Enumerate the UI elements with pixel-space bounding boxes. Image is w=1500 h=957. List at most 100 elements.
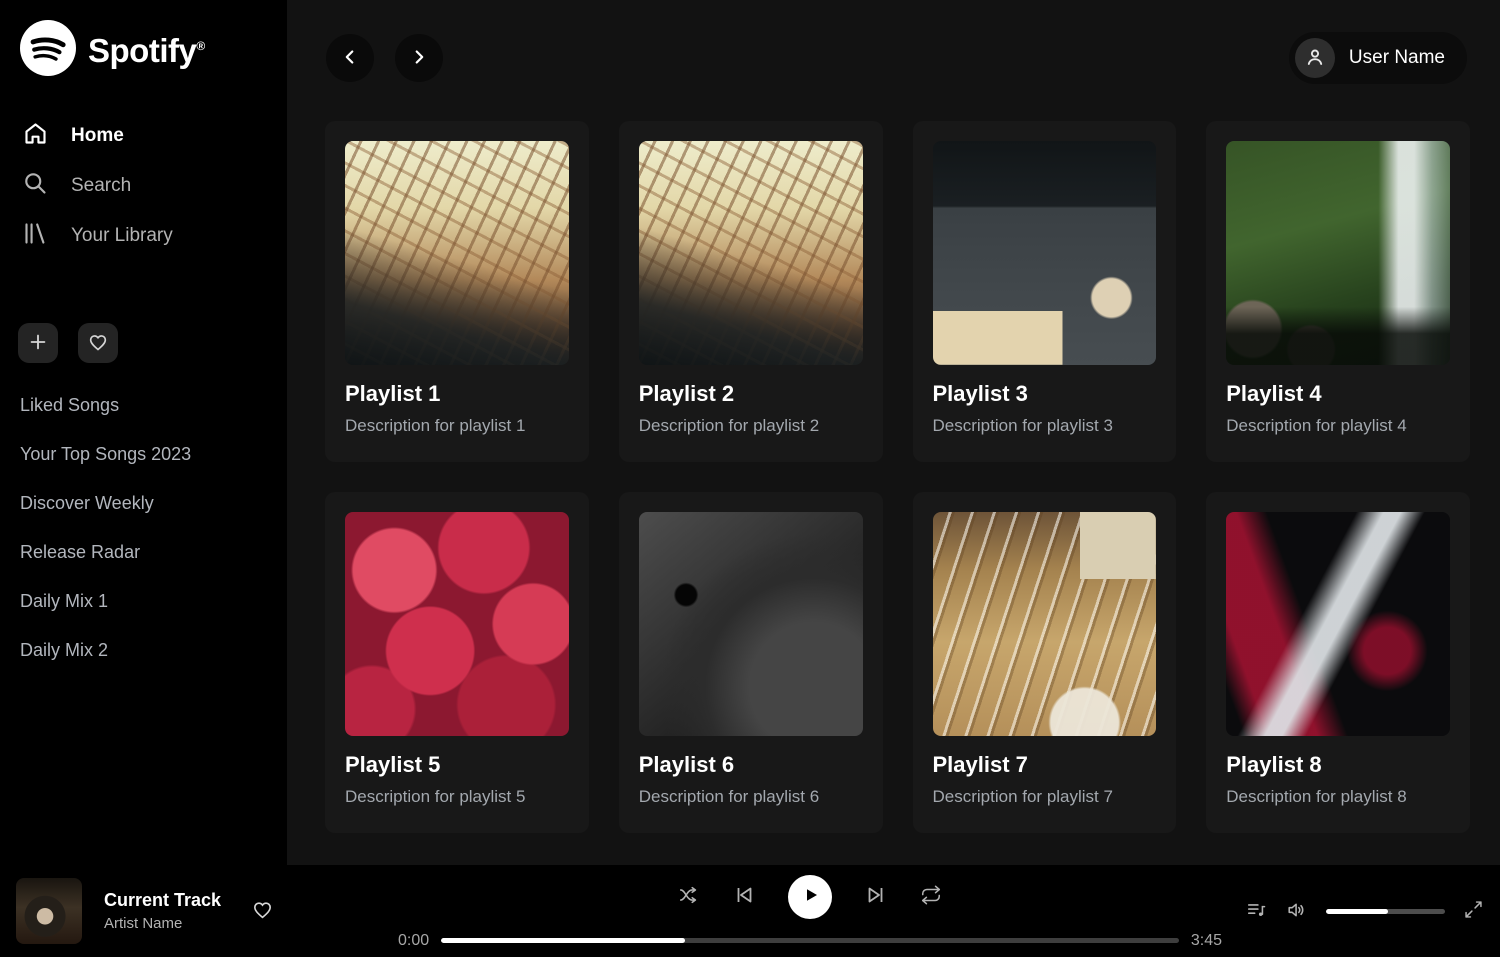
playlist-cover-image <box>933 141 1157 365</box>
skip-next-icon <box>864 883 888 910</box>
queue-icon <box>1246 899 1268 924</box>
plus-icon <box>27 331 49 356</box>
skip-previous-icon <box>732 883 756 910</box>
playlist-grid: Playlist 1 Description for playlist 1 Pl… <box>325 121 1470 833</box>
playlist-cover-image <box>1226 512 1450 736</box>
next-track-button[interactable] <box>864 883 888 910</box>
progress-bar[interactable] <box>441 938 1179 943</box>
playlist-cover-image <box>1226 141 1450 365</box>
sidebar-playlist-daily-mix-1[interactable]: Daily Mix 1 <box>20 591 287 612</box>
spotify-app: Spotify® Home <box>0 0 1500 957</box>
shuffle-icon <box>678 884 700 909</box>
playlist-description: Description for playlist 5 <box>345 787 569 807</box>
previous-track-button[interactable] <box>732 883 756 910</box>
playlist-card[interactable]: Playlist 8 Description for playlist 8 <box>1206 492 1470 833</box>
queue-button[interactable] <box>1246 899 1268 924</box>
playlist-title: Playlist 6 <box>639 752 863 778</box>
sidebar-playlists: Liked Songs Your Top Songs 2023 Discover… <box>0 395 287 661</box>
library-icon <box>22 220 49 253</box>
volume-icon <box>1286 899 1308 924</box>
playlist-card[interactable]: Playlist 5 Description for playlist 5 <box>325 492 589 833</box>
sidebar-playlist-release-radar[interactable]: Release Radar <box>20 542 287 563</box>
sidebar-playlist-daily-mix-2[interactable]: Daily Mix 2 <box>20 640 287 661</box>
playlist-card[interactable]: Playlist 3 Description for playlist 3 <box>913 121 1177 462</box>
volume-button[interactable] <box>1286 899 1308 924</box>
playlist-title: Playlist 4 <box>1226 381 1450 407</box>
forward-button[interactable] <box>395 34 443 82</box>
playlist-title: Playlist 1 <box>345 381 569 407</box>
sidebar-item-your-library[interactable]: Your Library <box>0 211 287 261</box>
heart-icon <box>87 331 109 356</box>
volume-fill <box>1326 909 1388 914</box>
playlist-card[interactable]: Playlist 6 Description for playlist 6 <box>619 492 883 833</box>
topbar: User Name <box>287 0 1500 116</box>
playlist-title: Playlist 2 <box>639 381 863 407</box>
search-icon <box>22 170 49 203</box>
sidebar-item-search[interactable]: Search <box>0 161 287 211</box>
current-time: 0:00 <box>398 932 429 950</box>
spotify-logo: Spotify® <box>20 20 287 81</box>
chevron-left-icon <box>339 46 361 71</box>
spotify-logo-icon <box>20 20 76 81</box>
playlist-description: Description for playlist 7 <box>933 787 1157 807</box>
sidebar-item-label: Search <box>71 175 131 197</box>
playlist-description: Description for playlist 3 <box>933 416 1157 436</box>
fullscreen-icon <box>1463 899 1484 923</box>
playlist-card[interactable]: Playlist 1 Description for playlist 1 <box>325 121 589 462</box>
home-icon <box>22 120 49 153</box>
spotify-wordmark: Spotify® <box>88 32 205 70</box>
album-art <box>16 878 82 944</box>
playlist-title: Playlist 8 <box>1226 752 1450 778</box>
sidebar-item-label: Home <box>71 125 124 147</box>
user-menu-button[interactable]: User Name <box>1289 32 1467 84</box>
playlist-description: Description for playlist 4 <box>1226 416 1450 436</box>
track-title: Current Track <box>104 890 221 911</box>
repeat-icon <box>920 884 942 909</box>
progress-row: 0:00 3:45 <box>398 932 1222 950</box>
total-time: 3:45 <box>1191 932 1222 950</box>
playlist-title: Playlist 3 <box>933 381 1157 407</box>
playlist-cover-image <box>345 141 569 365</box>
player-right-controls <box>1246 899 1484 924</box>
heart-icon <box>251 909 274 924</box>
play-icon <box>798 883 822 910</box>
playlist-title: Playlist 7 <box>933 752 1157 778</box>
playlist-description: Description for playlist 6 <box>639 787 863 807</box>
repeat-button[interactable] <box>920 884 942 909</box>
player-center: 0:00 3:45 <box>398 873 1222 950</box>
user-avatar <box>1295 38 1335 78</box>
fullscreen-button[interactable] <box>1463 899 1484 923</box>
sidebar: Spotify® Home <box>0 0 287 865</box>
chevron-right-icon <box>408 46 430 71</box>
playlist-cover-image <box>639 141 863 365</box>
playlist-card[interactable]: Playlist 2 Description for playlist 2 <box>619 121 883 462</box>
playlist-title: Playlist 5 <box>345 752 569 778</box>
back-button[interactable] <box>326 34 374 82</box>
sidebar-playlist-discover-weekly[interactable]: Discover Weekly <box>20 493 287 514</box>
player-bar: Current Track Artist Name <box>0 865 1500 957</box>
sidebar-item-home[interactable]: Home <box>0 111 287 161</box>
main-content: User Name Playlist 1 Description for pla… <box>287 0 1500 865</box>
progress-fill <box>441 938 684 943</box>
shuffle-button[interactable] <box>678 884 700 909</box>
now-playing: Current Track Artist Name <box>16 878 398 944</box>
playlist-card[interactable]: Playlist 7 Description for playlist 7 <box>913 492 1177 833</box>
playlist-description: Description for playlist 1 <box>345 416 569 436</box>
playlist-cover-image <box>933 512 1157 736</box>
sidebar-playlist-liked-songs[interactable]: Liked Songs <box>20 395 287 416</box>
like-track-button[interactable] <box>251 898 274 924</box>
play-button[interactable] <box>788 875 832 919</box>
sidebar-main-nav: Home Search Your L <box>0 111 287 261</box>
user-name-label: User Name <box>1349 47 1445 69</box>
playlist-card[interactable]: Playlist 4 Description for playlist 4 <box>1206 121 1470 462</box>
liked-songs-button[interactable] <box>78 323 118 363</box>
playlist-cover-image <box>345 512 569 736</box>
playlist-description: Description for playlist 8 <box>1226 787 1450 807</box>
create-playlist-button[interactable] <box>18 323 58 363</box>
playlist-description: Description for playlist 2 <box>639 416 863 436</box>
volume-slider[interactable] <box>1326 909 1445 914</box>
artist-name: Artist Name <box>104 915 221 932</box>
library-actions <box>18 323 287 363</box>
sidebar-playlist-top-songs[interactable]: Your Top Songs 2023 <box>20 444 287 465</box>
sidebar-item-label: Your Library <box>71 225 173 247</box>
